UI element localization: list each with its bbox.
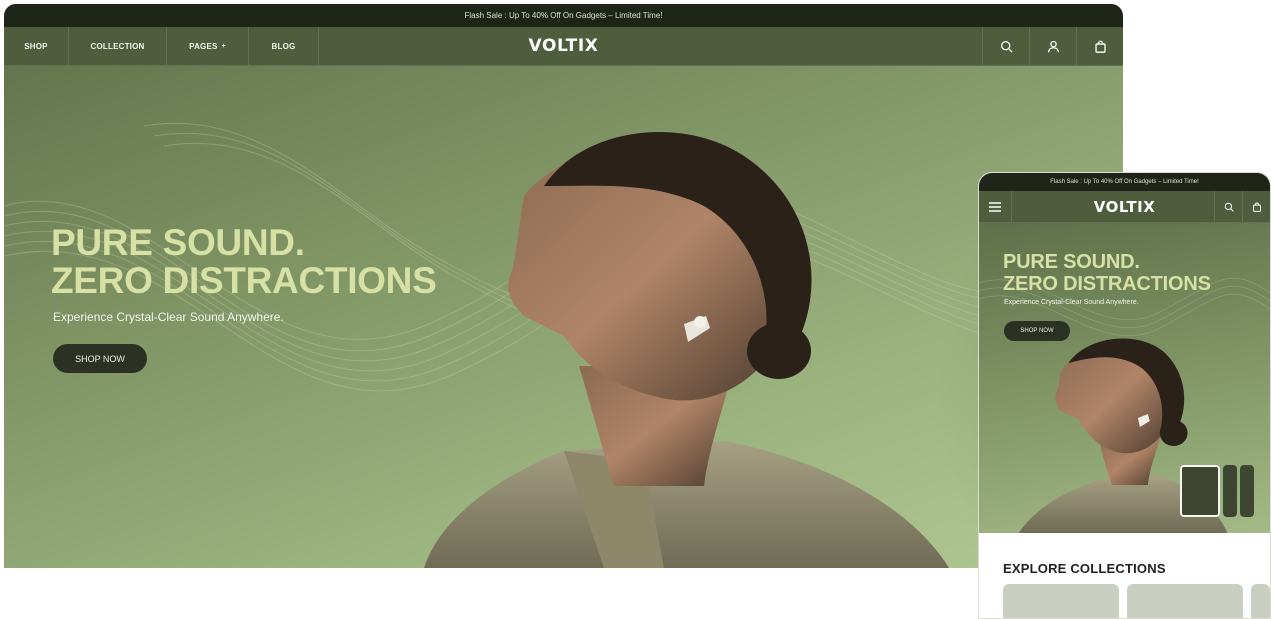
nav-pages-label: PAGES: [189, 41, 218, 51]
nav-icons: [982, 27, 1123, 65]
thumbnail-1[interactable]: [1180, 465, 1220, 517]
nav-collection-label: COLLECTION: [90, 41, 145, 51]
mobile-shop-now-button[interactable]: SHOP NOW: [1004, 321, 1070, 341]
hero-title-line-1: PURE SOUND.: [51, 222, 305, 263]
hero-title: PURE SOUND. ZERO DISTRACTIONS: [51, 222, 437, 301]
thumbnail-3[interactable]: [1240, 465, 1254, 517]
collection-card[interactable]: [1251, 584, 1270, 618]
account-button[interactable]: [1029, 27, 1076, 65]
search-icon: [1224, 202, 1234, 212]
explore-section: EXPLORE COLLECTIONS: [979, 533, 1270, 618]
menu-icon: [989, 201, 1001, 212]
search-button[interactable]: [982, 27, 1029, 65]
mobile-hero-title-line-1: PURE SOUND.: [1003, 251, 1140, 273]
plus-icon: +: [221, 42, 226, 50]
mobile-hero-title-line-2: ZERO DISTRACTIONS: [1003, 273, 1211, 295]
shop-now-button[interactable]: SHOP NOW: [53, 344, 147, 373]
mobile-flash-sale-bar: Flash Sale : Up To 40% Off On Gadgets – …: [979, 173, 1270, 191]
hero-title-line-2: ZERO DISTRACTIONS: [51, 260, 437, 301]
hero-thumbnails: [1180, 465, 1254, 517]
nav-blog[interactable]: BLOG: [249, 27, 319, 65]
cart-button[interactable]: [1076, 27, 1123, 65]
bag-icon: [1252, 202, 1261, 212]
nav-collection[interactable]: COLLECTION: [69, 27, 167, 65]
main-nav: SHOP COLLECTION PAGES + BLOG VOLTIX: [4, 27, 1123, 66]
nav-pages[interactable]: PAGES +: [167, 27, 249, 65]
collection-card[interactable]: [1003, 584, 1119, 618]
mobile-nav: VOLTIX: [979, 191, 1270, 223]
mobile-logo[interactable]: VOLTIX: [1094, 191, 1156, 222]
mobile-preview: Flash Sale : Up To 40% Off On Gadgets – …: [978, 172, 1271, 619]
menu-button[interactable]: [979, 191, 1012, 222]
collection-card[interactable]: [1127, 584, 1243, 618]
mobile-cart-button[interactable]: [1242, 191, 1270, 222]
mobile-hero-title: PURE SOUND. ZERO DISTRACTIONS: [1003, 251, 1211, 295]
collection-cards: [1003, 584, 1270, 618]
thumbnail-2[interactable]: [1223, 465, 1237, 517]
bag-icon: [1094, 40, 1106, 53]
mobile-hero-subtitle: Experience Crystal-Clear Sound Anywhere.: [1004, 299, 1139, 306]
nav-shop[interactable]: SHOP: [4, 27, 69, 65]
logo[interactable]: VOLTIX: [529, 27, 599, 65]
mobile-search-button[interactable]: [1214, 191, 1242, 222]
mobile-nav-icons: [1214, 191, 1270, 222]
nav-blog-label: BLOG: [271, 41, 296, 51]
explore-title: EXPLORE COLLECTIONS: [1003, 561, 1166, 576]
hero-subtitle: Experience Crystal-Clear Sound Anywhere.: [53, 310, 284, 324]
mobile-hero: PURE SOUND. ZERO DISTRACTIONS Experience…: [979, 223, 1270, 533]
user-icon: [1047, 40, 1059, 52]
nav-shop-label: SHOP: [24, 41, 48, 51]
search-icon: [1000, 40, 1013, 53]
flash-sale-bar: Flash Sale : Up To 40% Off On Gadgets – …: [4, 4, 1123, 27]
